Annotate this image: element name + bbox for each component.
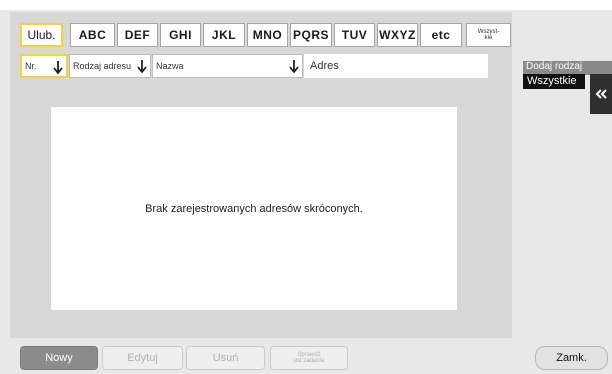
side-panel-toggle[interactable] <box>590 74 612 114</box>
sort-number-header[interactable]: Nr. <box>20 54 68 78</box>
new-button[interactable]: Nowy <box>20 346 98 370</box>
sort-address-type-header[interactable]: Rodzaj adresu <box>69 54 151 78</box>
tab-pqrs[interactable]: PQRS <box>290 23 332 47</box>
tab-ghi[interactable]: GHI <box>160 23 201 47</box>
tab-all[interactable]: Wszyst- kie <box>466 23 511 47</box>
tab-jkl[interactable]: JKL <box>203 23 245 47</box>
address-type-header-label: Rodzaj adresu <box>73 61 132 71</box>
arrow-down-icon <box>53 61 63 74</box>
address-header: Adres <box>304 54 488 78</box>
address-header-label: Adres <box>310 60 339 72</box>
empty-list-message: Brak zarejestrowanych adresów skróconych… <box>145 203 363 215</box>
tab-etc[interactable]: etc <box>420 23 462 47</box>
double-chevron-left-icon <box>595 89 607 99</box>
check-job-settings-button[interactable]: Sprawdź ust.zadania <box>270 346 348 370</box>
tab-all-line2: kie <box>484 35 493 41</box>
tab-def[interactable]: DEF <box>117 23 158 47</box>
tab-favorites[interactable]: Ulub. <box>20 23 63 47</box>
delete-button[interactable]: Usuń <box>186 346 265 370</box>
filter-value[interactable]: Wszystkie <box>523 74 585 89</box>
arrow-down-icon <box>289 60 299 73</box>
tab-mno[interactable]: MNO <box>247 23 288 47</box>
arrow-down-icon <box>137 60 147 73</box>
tab-tuv[interactable]: TUV <box>334 23 375 47</box>
number-header-label: Nr. <box>25 61 37 71</box>
address-list: Brak zarejestrowanych adresów skróconych… <box>51 107 457 310</box>
edit-button[interactable]: Edytuj <box>102 346 183 370</box>
filter-label: Dodaj rodzaj <box>523 61 612 75</box>
name-header-label: Nazwa <box>156 61 184 71</box>
tab-wxyz[interactable]: WXYZ <box>377 23 418 47</box>
sort-name-header[interactable]: Nazwa <box>152 54 303 78</box>
tab-abc[interactable]: ABC <box>70 23 115 47</box>
close-button[interactable]: Zamk. <box>535 346 608 370</box>
top-strip <box>0 0 612 10</box>
check-button-line2: ust.zadania <box>293 358 325 364</box>
